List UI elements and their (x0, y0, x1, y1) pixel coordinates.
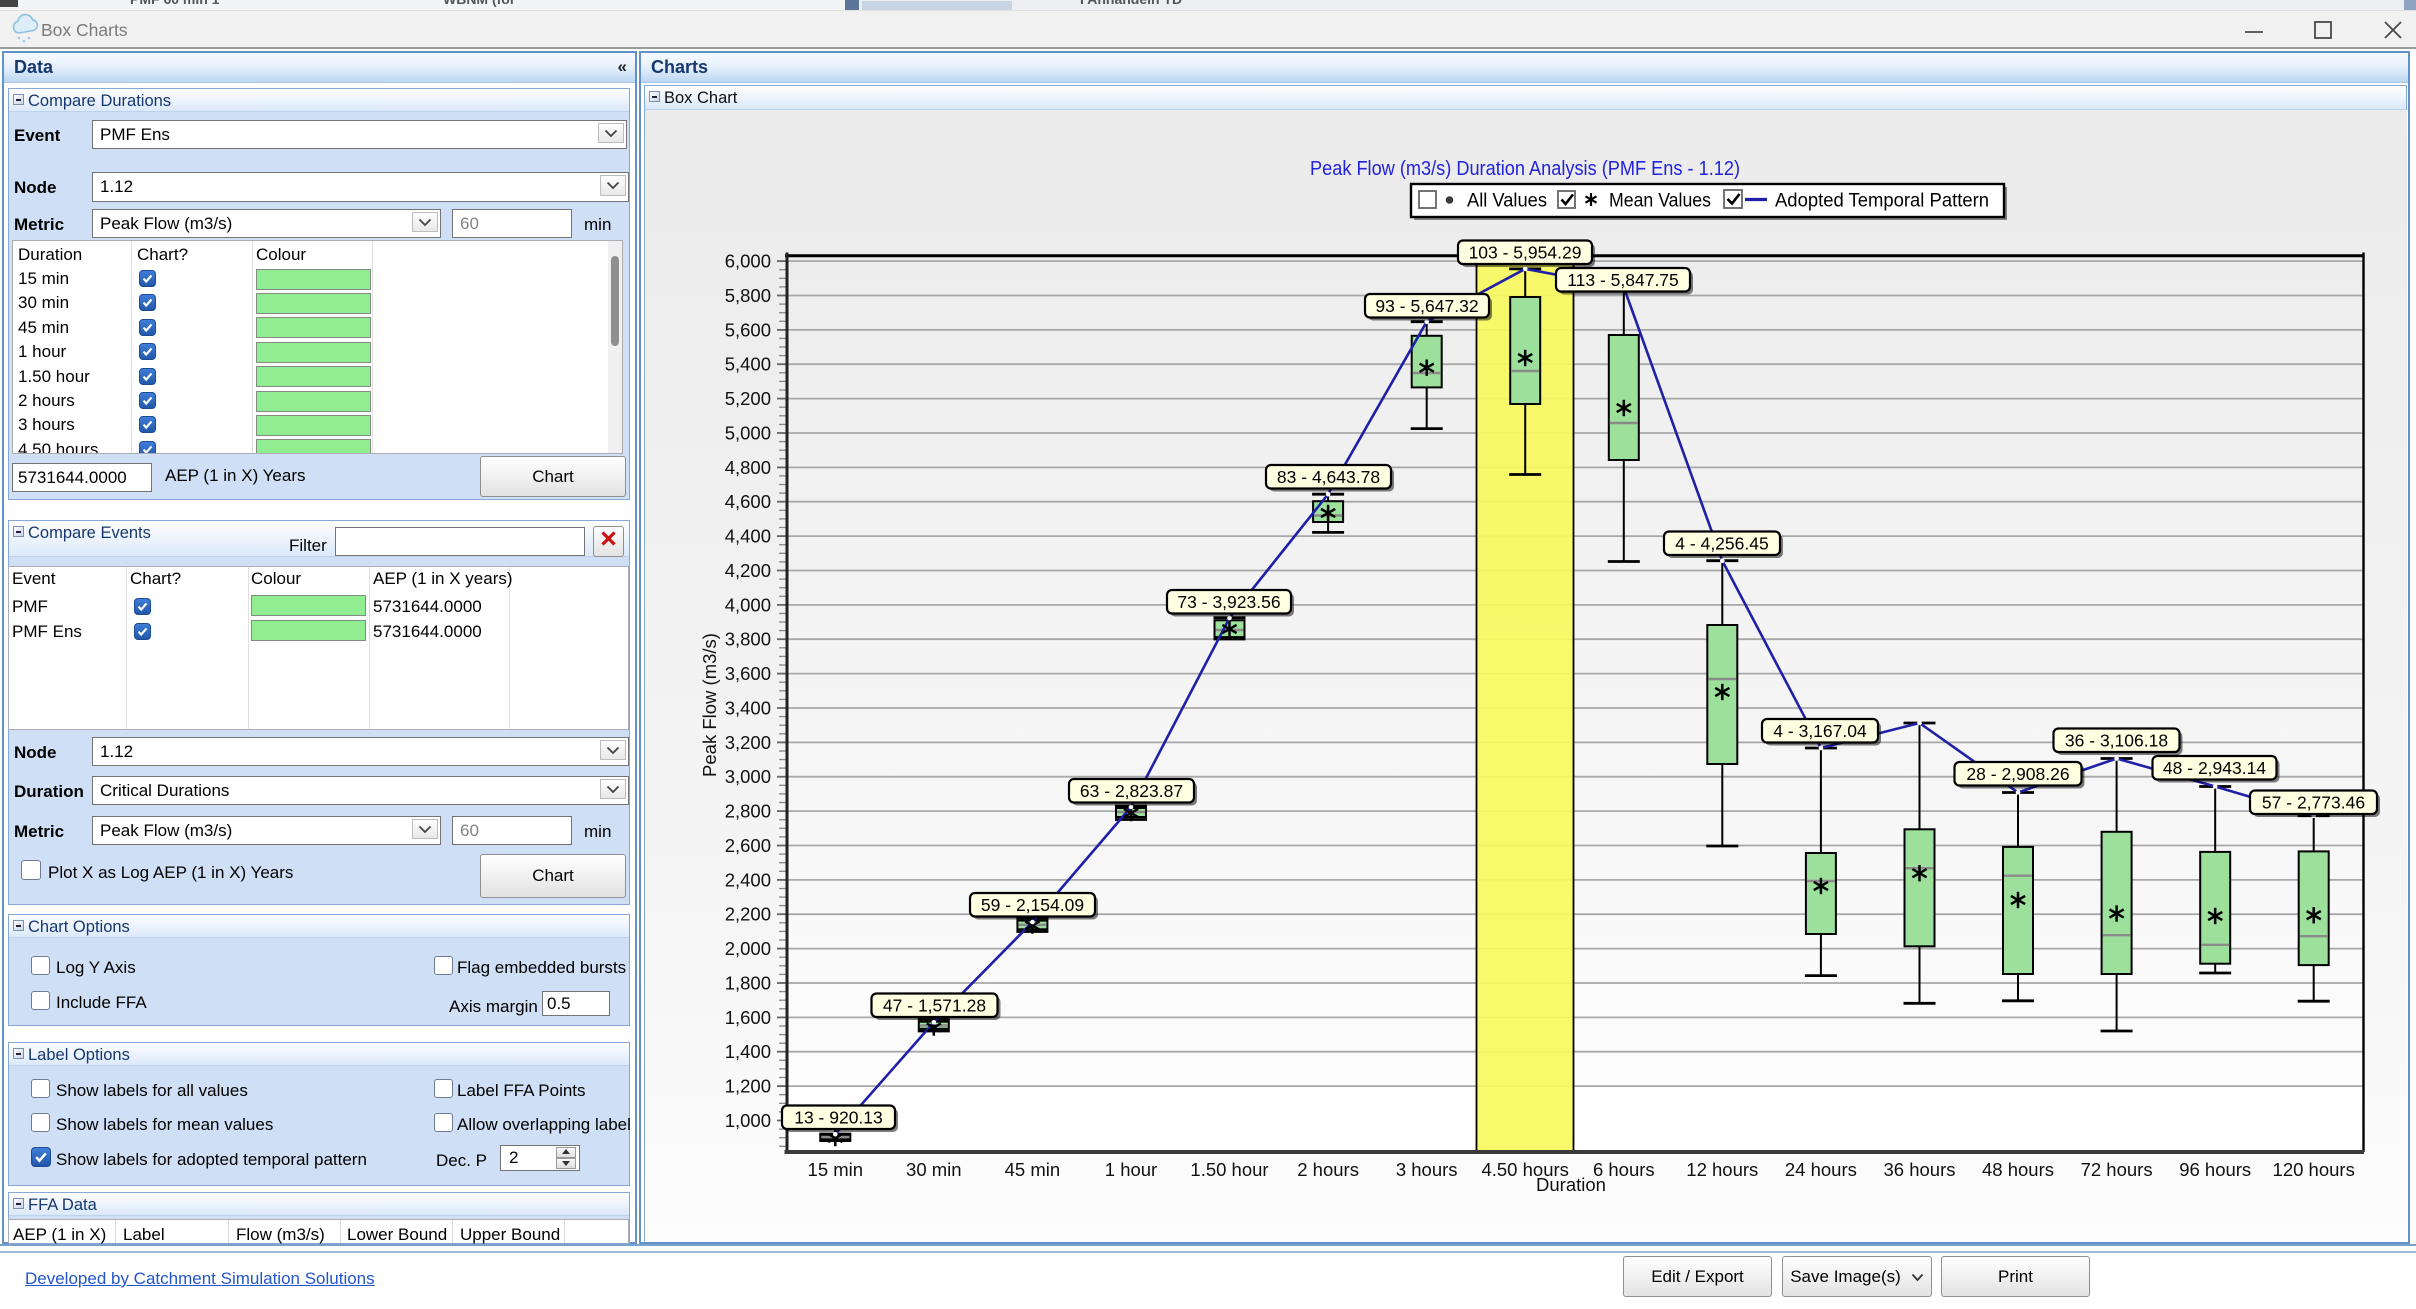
svg-text:15 min: 15 min (808, 1159, 864, 1180)
svg-text:103 - 5,954.29: 103 - 5,954.29 (1469, 242, 1582, 262)
svg-text:1,800: 1,800 (725, 973, 771, 994)
svg-text:113 - 5,847.75: 113 - 5,847.75 (1567, 270, 1679, 290)
svg-text:57 - 2,773.46: 57 - 2,773.46 (2262, 792, 2365, 812)
svg-text:36 hours: 36 hours (1884, 1159, 1956, 1180)
svg-text:47 - 1,571.28: 47 - 1,571.28 (883, 995, 986, 1015)
svg-text:3,800: 3,800 (725, 629, 771, 650)
svg-text:3 hours: 3 hours (1396, 1159, 1458, 1180)
svg-text:Duration: Duration (1536, 1174, 1606, 1195)
svg-text:1,400: 1,400 (725, 1041, 771, 1062)
svg-text:2,000: 2,000 (725, 938, 771, 959)
svg-text:1,000: 1,000 (725, 1110, 771, 1131)
svg-text:72 hours: 72 hours (2081, 1159, 2153, 1180)
svg-text:5,800: 5,800 (725, 285, 771, 306)
svg-text:59 - 2,154.09: 59 - 2,154.09 (981, 895, 1084, 915)
svg-text:5,000: 5,000 (725, 423, 771, 444)
svg-text:12 hours: 12 hours (1686, 1159, 1758, 1180)
svg-text:3,400: 3,400 (725, 698, 771, 719)
svg-text:6,000: 6,000 (725, 251, 771, 272)
svg-text:All Values: All Values (1467, 191, 1547, 212)
svg-text:48 - 2,943.14: 48 - 2,943.14 (2163, 758, 2266, 778)
svg-text:Peak Flow (m3/s): Peak Flow (m3/s) (699, 633, 720, 777)
svg-text:1,600: 1,600 (725, 1007, 771, 1028)
svg-text:4,200: 4,200 (725, 560, 771, 581)
svg-text:24 hours: 24 hours (1785, 1159, 1857, 1180)
svg-text:4 - 3,167.04: 4 - 3,167.04 (1773, 721, 1867, 741)
svg-text:4 - 4,256.45: 4 - 4,256.45 (1675, 533, 1768, 553)
svg-text:28 - 2,908.26: 28 - 2,908.26 (1966, 764, 2069, 784)
svg-text:45 min: 45 min (1005, 1159, 1061, 1180)
svg-text:5,400: 5,400 (725, 354, 771, 375)
svg-text:4,600: 4,600 (725, 491, 771, 512)
svg-text:Mean Values: Mean Values (1609, 191, 1711, 212)
svg-text:63 - 2,823.87: 63 - 2,823.87 (1080, 781, 1183, 801)
svg-text:48 hours: 48 hours (1982, 1159, 2054, 1180)
svg-text:3,000: 3,000 (725, 766, 771, 787)
svg-text:2,600: 2,600 (725, 835, 771, 856)
svg-text:Peak Flow (m3/s) Duration Anal: Peak Flow (m3/s) Duration Analysis (PMF … (1310, 158, 1740, 180)
svg-text:1.50 hour: 1.50 hour (1190, 1159, 1268, 1180)
svg-text:13 - 920.13: 13 - 920.13 (794, 1107, 883, 1127)
svg-text:Adopted Temporal Pattern: Adopted Temporal Pattern (1775, 191, 1989, 212)
svg-text:120 hours: 120 hours (2273, 1159, 2355, 1180)
svg-text:4,000: 4,000 (725, 594, 771, 615)
svg-text:1,200: 1,200 (725, 1076, 771, 1097)
svg-text:93 - 5,647.32: 93 - 5,647.32 (1375, 296, 1478, 316)
svg-text:3,200: 3,200 (725, 732, 771, 753)
svg-text:36 - 3,106.18: 36 - 3,106.18 (2065, 730, 2168, 750)
svg-text:4,400: 4,400 (725, 526, 771, 547)
svg-text:30 min: 30 min (906, 1159, 962, 1180)
svg-text:73 - 3,923.56: 73 - 3,923.56 (1177, 592, 1280, 612)
svg-text:2,400: 2,400 (725, 869, 771, 890)
svg-text:1 hour: 1 hour (1105, 1159, 1157, 1180)
svg-text:5,200: 5,200 (725, 388, 771, 409)
svg-text:5,600: 5,600 (725, 319, 771, 340)
svg-text:96 hours: 96 hours (2179, 1159, 2251, 1180)
svg-text:2 hours: 2 hours (1297, 1159, 1359, 1180)
svg-text:2,800: 2,800 (725, 801, 771, 822)
svg-text:2,200: 2,200 (725, 904, 771, 925)
svg-text:3,600: 3,600 (725, 663, 771, 684)
svg-text:83 - 4,643.78: 83 - 4,643.78 (1277, 467, 1380, 487)
svg-text:4,800: 4,800 (725, 457, 771, 478)
